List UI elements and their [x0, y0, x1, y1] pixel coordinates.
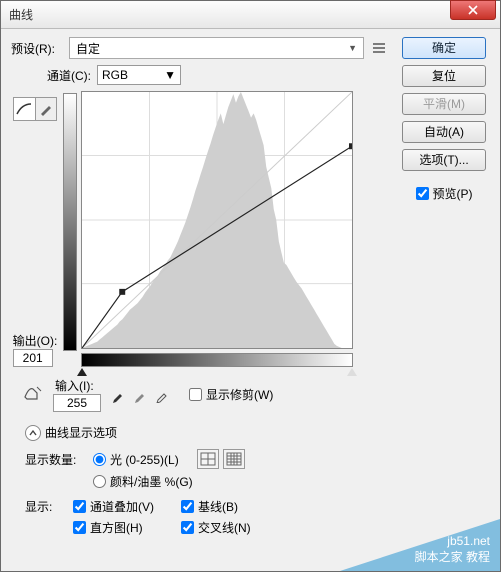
reset-button[interactable]: 复位: [402, 65, 486, 87]
check-baseline-input[interactable]: [181, 500, 194, 513]
chevron-down-icon: ▼: [164, 68, 176, 82]
output-gradient-bar: [63, 93, 77, 351]
white-eyedropper-icon[interactable]: [153, 385, 173, 405]
check-intersection-input[interactable]: [181, 521, 194, 534]
grid-fine-icon[interactable]: [223, 449, 245, 469]
auto-button[interactable]: 自动(A): [402, 121, 486, 143]
expander-toggle[interactable]: [25, 425, 41, 441]
radio-light-input[interactable]: [93, 453, 106, 466]
radio-light-label: 光 (0-255)(L): [110, 451, 179, 468]
curve-point-mode-icon[interactable]: [14, 98, 36, 120]
close-button[interactable]: [450, 0, 496, 20]
options-button[interactable]: 选项(T)...: [402, 149, 486, 171]
title-bar: 曲线: [1, 1, 500, 29]
preset-menu-icon[interactable]: [370, 39, 388, 57]
preview-checkbox[interactable]: 预览(P): [416, 185, 473, 202]
preset-value: 自定: [76, 40, 100, 57]
check-channel-overlay-label: 通道叠加(V): [90, 498, 154, 515]
chevron-up-icon: [29, 429, 37, 437]
radio-pigment-input[interactable]: [93, 475, 106, 488]
chevron-down-icon: ▼: [348, 43, 357, 53]
check-histogram-label: 直方图(H): [90, 519, 143, 536]
close-icon: [468, 5, 478, 15]
check-channel-overlay[interactable]: 通道叠加(V): [73, 498, 173, 515]
show-amount-label: 显示数量:: [25, 451, 85, 468]
radio-light[interactable]: 光 (0-255)(L): [93, 451, 179, 468]
radio-pigment[interactable]: 颜料/油墨 %(G): [93, 473, 193, 490]
ok-button[interactable]: 确定: [402, 37, 486, 59]
preset-dropdown[interactable]: 自定 ▼: [69, 37, 364, 59]
curve-mode-toggle[interactable]: [13, 97, 57, 121]
window-title: 曲线: [9, 6, 450, 23]
input-gradient-bar[interactable]: [81, 353, 353, 367]
black-eyedropper-icon[interactable]: [109, 385, 129, 405]
input-field[interactable]: 255: [53, 394, 101, 412]
show-clipping-input[interactable]: [189, 388, 202, 401]
channel-value: RGB: [102, 68, 128, 82]
curve-plot[interactable]: [81, 91, 353, 349]
output-field[interactable]: 201: [13, 349, 53, 367]
smooth-button[interactable]: 平滑(M): [402, 93, 486, 115]
check-intersection[interactable]: 交叉线(N): [181, 519, 251, 536]
grid-coarse-icon[interactable]: [197, 449, 219, 469]
check-baseline[interactable]: 基线(B): [181, 498, 238, 515]
black-point-slider[interactable]: [77, 368, 87, 376]
show-clipping-label: 显示修剪(W): [206, 386, 273, 403]
preset-label: 预设(R):: [11, 40, 63, 57]
expander-label: 曲线显示选项: [45, 424, 117, 441]
preview-input[interactable]: [416, 187, 429, 200]
radio-pigment-label: 颜料/油墨 %(G): [110, 473, 193, 490]
channel-dropdown[interactable]: RGB ▼: [97, 65, 181, 85]
show-clipping-checkbox[interactable]: 显示修剪(W): [189, 386, 273, 403]
channel-label: 通道(C):: [47, 67, 91, 84]
check-histogram-input[interactable]: [73, 521, 86, 534]
output-label: 输出(O):: [13, 332, 58, 349]
show-label: 显示:: [25, 498, 65, 515]
curve-pencil-mode-icon[interactable]: [36, 98, 57, 120]
watermark-line2: 脚本之家 教程: [415, 550, 490, 564]
target-adjust-icon[interactable]: [21, 383, 45, 406]
input-label: 输入(I):: [55, 377, 101, 394]
check-channel-overlay-input[interactable]: [73, 500, 86, 513]
check-intersection-label: 交叉线(N): [198, 519, 251, 536]
gray-eyedropper-icon[interactable]: [131, 385, 151, 405]
preview-label: 预览(P): [433, 185, 473, 202]
check-histogram[interactable]: 直方图(H): [73, 519, 173, 536]
white-point-slider[interactable]: [347, 368, 357, 376]
check-baseline-label: 基线(B): [198, 498, 238, 515]
